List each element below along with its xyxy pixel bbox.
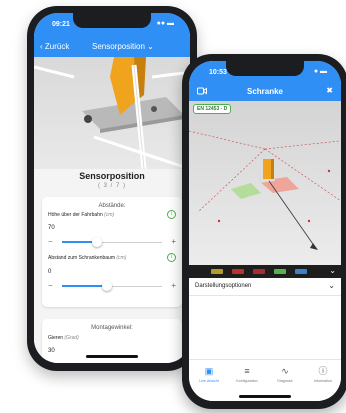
tab-konfiguration[interactable]: ≡ Konfiguration	[228, 365, 266, 383]
display-options-label: Darstellungsoptionen	[195, 283, 252, 289]
legend-swatch[interactable]	[211, 269, 223, 274]
tab-live-ansicht[interactable]: ▣ Live-Ansicht	[190, 365, 228, 383]
page-title-dropdown[interactable]: Sensorposition ⌄	[92, 42, 154, 51]
zone-legend-bar[interactable]: ⌄	[189, 265, 341, 278]
live-scene-graphic	[189, 130, 341, 250]
sensor-3d-view[interactable]	[34, 57, 190, 171]
bluetooth-off-icon[interactable]: ✖	[326, 86, 333, 95]
notch	[226, 61, 304, 76]
chart-icon: ∿	[281, 366, 289, 376]
yaw-label-text: Gieren	[48, 335, 64, 341]
back-phone-screen: 09:21 ●● ▬ ‹ Zurück Sensorposition ⌄ Sen…	[34, 13, 190, 363]
front-phone: 10:53 ● ▬ Schranke ✖ EN 12453 - D ⌄ Dars…	[182, 54, 346, 409]
display-options-row[interactable]: Darstellungsoptionen ⌄	[189, 278, 341, 296]
legend-swatch[interactable]	[253, 269, 265, 274]
help-icon[interactable]: i	[167, 210, 176, 219]
decrement-button[interactable]: −	[48, 281, 53, 291]
status-icons: ● ▬	[313, 68, 327, 75]
yaw-unit: (Grad)	[64, 335, 79, 341]
car-icon: ▣	[204, 366, 214, 376]
barrier-distance-value[interactable]: 0	[48, 269, 51, 275]
chevron-down-icon[interactable]: ⌄	[328, 281, 335, 290]
tab-label: Konfiguration	[236, 379, 258, 383]
sensor-scene-graphic	[34, 57, 190, 171]
front-phone-screen: 10:53 ● ▬ Schranke ✖ EN 12453 - D ⌄ Dars…	[189, 61, 341, 401]
tab-information[interactable]: ⓘ Information	[304, 365, 341, 383]
increment-button[interactable]: +	[171, 281, 176, 291]
height-label-text: Höhe über der Fahrbahn	[48, 212, 103, 218]
yaw-label: Gieren (Grad)	[48, 335, 79, 341]
legend-swatch[interactable]	[232, 269, 244, 274]
mounting-title: Montagewinkel:	[91, 325, 133, 331]
nav-bar: ‹ Zurück Sensorposition ⌄	[34, 37, 190, 57]
home-indicator[interactable]	[239, 395, 291, 398]
decrement-button[interactable]: −	[48, 237, 53, 247]
home-indicator[interactable]	[86, 355, 138, 358]
live-3d-view[interactable]: EN 12453 - D	[189, 101, 341, 265]
info-icon: ⓘ	[318, 366, 328, 376]
slider-fill	[62, 285, 107, 287]
distances-panel: Abstände: Höhe über der Fahrbahn (cm) i …	[42, 197, 182, 307]
step-indicator: ( 3 / 7 )	[97, 183, 126, 189]
status-time: 09:21	[52, 21, 70, 28]
tab-label: Live-Ansicht	[199, 379, 219, 383]
notch	[73, 13, 151, 28]
tab-label: Information	[314, 379, 332, 383]
tab-diagnose[interactable]: ∿ Diagnose	[266, 365, 304, 383]
status-time: 10:53	[209, 69, 227, 76]
barrier-distance-label: Abstand zum Schrankenbaum (cm)	[48, 255, 126, 261]
standard-badge: EN 12453 - D	[193, 104, 232, 114]
slider-knob[interactable]	[92, 237, 102, 247]
slider-knob[interactable]	[102, 281, 112, 291]
chevron-down-icon[interactable]: ⌄	[329, 266, 336, 275]
height-label: Höhe über der Fahrbahn (cm)	[48, 212, 114, 218]
legend-swatch[interactable]	[274, 269, 286, 274]
height-slider[interactable]: − +	[48, 237, 176, 247]
barrier-distance-unit: (cm)	[116, 255, 127, 261]
help-icon[interactable]: i	[167, 253, 176, 262]
back-button[interactable]: ‹ Zurück	[40, 42, 69, 51]
page-title: Schranke	[246, 87, 284, 96]
tab-label: Diagnose	[277, 379, 293, 383]
height-unit: (cm)	[104, 212, 115, 218]
status-icons: ●● ▬	[156, 20, 174, 27]
sensor-position-card: Sensorposition ( 3 / 7 ) Abstände: Höhe …	[34, 169, 190, 363]
barrier-distance-slider[interactable]: − +	[48, 281, 176, 291]
sliders-icon: ≡	[244, 366, 250, 376]
height-value[interactable]: 70	[48, 225, 55, 231]
increment-button[interactable]: +	[171, 237, 176, 247]
distances-title: Abstände:	[98, 203, 126, 209]
barrier-distance-label-text: Abstand zum Schrankenbaum	[48, 255, 115, 261]
back-phone: 09:21 ●● ▬ ‹ Zurück Sensorposition ⌄ Sen…	[27, 6, 197, 371]
card-heading: Sensorposition	[79, 171, 145, 181]
nav-bar: Schranke ✖	[189, 83, 341, 101]
legend-swatch[interactable]	[295, 269, 307, 274]
yaw-value[interactable]: 30	[48, 348, 55, 354]
